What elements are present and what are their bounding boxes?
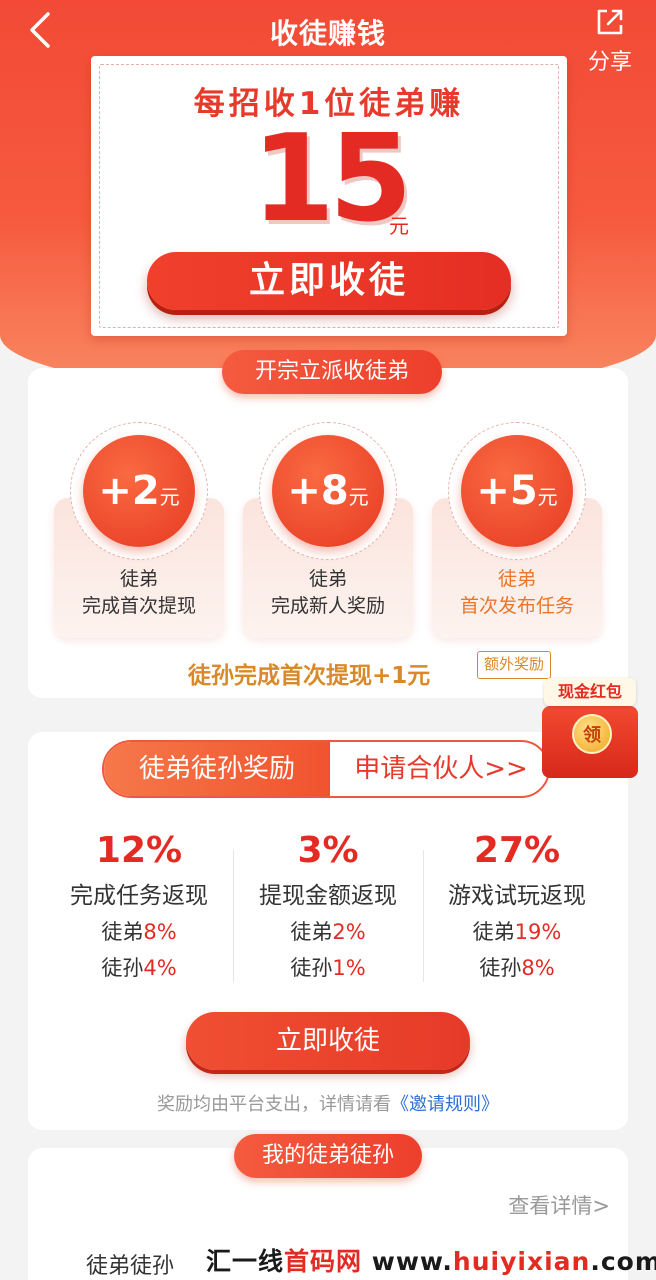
commission-label: 完成任务返现	[70, 883, 208, 909]
disciple-rate: 徒弟2%	[233, 914, 423, 950]
hero-amount-unit: 元	[389, 214, 409, 238]
watermark-text: huiyixian	[452, 1247, 591, 1276]
extra-reward-text: 徒孙完成首次提现+1元	[188, 663, 431, 689]
tab-disciple-rewards[interactable]: 徒弟徒孙奖励	[104, 742, 330, 796]
disciple-rate: 徒弟8%	[44, 914, 234, 950]
reward-unit: 元	[159, 485, 180, 509]
cash-red-packet[interactable]: 领 现金红包	[532, 672, 648, 784]
reward-description: 徒弟 首次发布任务	[432, 566, 602, 620]
commission-percent: 12%	[95, 830, 183, 871]
reward-line2: 首次发布任务	[459, 595, 574, 617]
grand-label: 徒孙	[479, 956, 522, 980]
rules-note-text: 奖励均由平台支出，详情请看	[157, 1094, 391, 1115]
commission-percent: 27%	[473, 830, 561, 871]
page-title: 收徒赚钱	[269, 17, 386, 50]
red-packet-label: 现金红包	[544, 678, 636, 706]
reward-line1: 徒弟	[308, 568, 347, 590]
grand-rate-value: 1%	[332, 956, 366, 980]
watermark-text: .com	[590, 1247, 656, 1276]
red-packet-body: 领	[542, 706, 638, 778]
reward-description: 徒弟 完成新人奖励	[243, 566, 413, 620]
reward-line2: 完成新人奖励	[270, 595, 385, 617]
hero-card: 每招收1位徒弟赚 15 元 立即收徒	[91, 56, 567, 336]
reward-badge: +2元	[83, 435, 195, 547]
reward-line1: 徒弟	[497, 568, 536, 590]
grand-rate-value: 8%	[521, 956, 555, 980]
disciple-rate-value: 2%	[332, 920, 366, 944]
reward-badge: +5元	[461, 435, 573, 547]
commission-column: 12% 完成任务返现 徒弟8% 徒孙4%	[44, 828, 234, 986]
reward-line2: 完成首次提现	[81, 595, 196, 617]
disciple-label: 徒弟	[101, 920, 144, 944]
disciple-rate-value: 19%	[514, 920, 562, 944]
rewards-section-title: 开宗立派收徒弟	[222, 350, 442, 394]
my-disciples-title: 我的徒弟徒孙	[234, 1134, 422, 1178]
commission-column: 27% 游戏试玩返现 徒弟19% 徒孙8%	[422, 828, 612, 986]
reward-item: +2元 徒弟 完成首次提现	[54, 422, 224, 638]
top-bar: 收徒赚钱 分享	[0, 0, 656, 75]
watermark-text: 首码网	[284, 1247, 363, 1276]
tab-apply-partner[interactable]: 申请合伙人>>	[330, 742, 548, 796]
hero-amount: 15	[251, 110, 413, 249]
recruit-now-button[interactable]: 立即收徒	[147, 252, 511, 310]
reward-unit: 元	[348, 485, 369, 509]
commission-card: 徒弟徒孙奖励 申请合伙人>> 12% 完成任务返现 徒弟8% 徒孙4% 3% 提…	[28, 732, 628, 1130]
recruit-now-button-secondary[interactable]: 立即收徒	[186, 1012, 470, 1070]
share-icon	[597, 9, 623, 35]
commission-tabs: 徒弟徒孙奖励 申请合伙人>>	[102, 740, 550, 798]
disciple-rate: 徒弟19%	[422, 914, 612, 950]
claim-coin-icon: 领	[572, 714, 612, 754]
disciple-label: 徒弟	[472, 920, 515, 944]
commission-label: 提现金额返现	[259, 883, 397, 909]
reward-value: +2	[98, 468, 160, 514]
reward-value: +8	[287, 468, 349, 514]
commission-percent: 3%	[297, 830, 359, 871]
reward-item: +5元 徒弟 首次发布任务	[432, 422, 602, 638]
commission-label: 游戏试玩返现	[448, 883, 586, 909]
watermark-text: www.	[362, 1247, 453, 1276]
disciple-rate-value: 8%	[143, 920, 177, 944]
disciples-stat-label: 徒弟徒孙	[86, 1254, 175, 1279]
watermark-text: 汇一线	[206, 1247, 285, 1276]
rewards-card: 开宗立派收徒弟 +2元 徒弟 完成首次提现 +8元 徒弟 完成新人奖励 +5元 …	[28, 350, 628, 698]
grand-disciple-rate: 徒孙1%	[233, 950, 423, 986]
grand-disciple-rate: 徒孙4%	[44, 950, 234, 986]
reward-item: +8元 徒弟 完成新人奖励	[243, 422, 413, 638]
invite-rules-link[interactable]: 《邀请规则》	[391, 1094, 499, 1115]
grand-disciple-rate: 徒孙8%	[422, 950, 612, 986]
view-details-link[interactable]: 查看详情>	[508, 1190, 610, 1220]
share-button[interactable]: 分享	[582, 6, 638, 75]
reward-badge: +8元	[272, 435, 384, 547]
disciple-label: 徒弟	[290, 920, 333, 944]
rules-note: 奖励均由平台支出，详情请看《邀请规则》	[28, 1090, 628, 1116]
reward-unit: 元	[537, 485, 558, 509]
grand-rate-value: 4%	[143, 956, 177, 980]
reward-description: 徒弟 完成首次提现	[54, 566, 224, 620]
reward-line1: 徒弟	[119, 568, 158, 590]
reward-value: +5	[476, 468, 538, 514]
share-label: 分享	[587, 50, 632, 75]
grand-label: 徒孙	[290, 956, 333, 980]
grand-label: 徒孙	[101, 956, 144, 980]
commission-column: 3% 提现金额返现 徒弟2% 徒孙1%	[233, 828, 423, 986]
watermark: 汇一线首码网 www.huiyixian.com	[206, 1242, 656, 1280]
